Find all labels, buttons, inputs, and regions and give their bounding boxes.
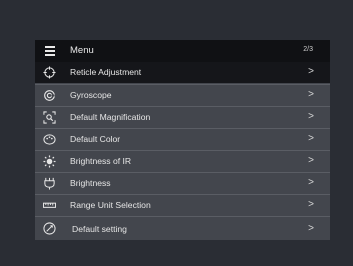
menu-item-default-color[interactable]: Default Color > <box>35 128 330 150</box>
chevron-right-icon: > <box>308 66 314 77</box>
ruler-icon <box>43 202 56 208</box>
menu-item-brightness-of-ir[interactable]: Brightness of IR > <box>35 150 330 172</box>
menu-item-label: Default Color <box>70 134 121 144</box>
chevron-right-icon: > <box>308 89 314 100</box>
menu-item-label: Brightness <box>70 178 111 188</box>
chevron-right-icon: > <box>308 111 314 122</box>
menu-screen: Menu 2/3 Reticle Adjustment > Gyroscope … <box>35 40 330 240</box>
menu-header: Menu 2/3 <box>35 40 330 62</box>
palette-icon <box>43 134 56 145</box>
menu-item-range-unit-selection[interactable]: Range Unit Selection > <box>35 194 330 216</box>
magnify-icon <box>43 111 56 124</box>
menu-item-gyroscope[interactable]: Gyroscope > <box>35 84 330 106</box>
menu-item-label: Brightness of IR <box>70 156 132 166</box>
hamburger-icon <box>45 46 55 56</box>
menu-item-label: Reticle Adjustment <box>70 67 142 77</box>
menu-item-label: Default Magnification <box>70 112 151 122</box>
crosshair-icon <box>43 66 56 79</box>
menu-item-brightness[interactable]: Brightness > <box>35 172 330 194</box>
menu-item-default-magnification[interactable]: Default Magnification > <box>35 106 330 128</box>
menu-item-label: Default setting <box>72 224 127 234</box>
chevron-right-icon: > <box>308 199 314 210</box>
brightness-icon <box>44 177 55 190</box>
chevron-right-icon: > <box>308 177 314 188</box>
menu-item-reticle-adjustment[interactable]: Reticle Adjustment > <box>35 62 330 83</box>
ir-brightness-icon <box>43 155 56 168</box>
chevron-right-icon: > <box>308 133 314 144</box>
chevron-right-icon: > <box>308 155 314 166</box>
reset-icon <box>43 222 56 235</box>
page-indicator: 2/3 <box>303 46 313 53</box>
menu-item-label: Range Unit Selection <box>70 200 151 210</box>
menu-item-label: Gyroscope <box>70 90 112 100</box>
menu-item-default-setting[interactable]: Default setting > <box>35 216 330 241</box>
gyroscope-icon <box>44 90 55 101</box>
chevron-right-icon: > <box>308 223 314 234</box>
menu-title: Menu <box>70 45 94 56</box>
